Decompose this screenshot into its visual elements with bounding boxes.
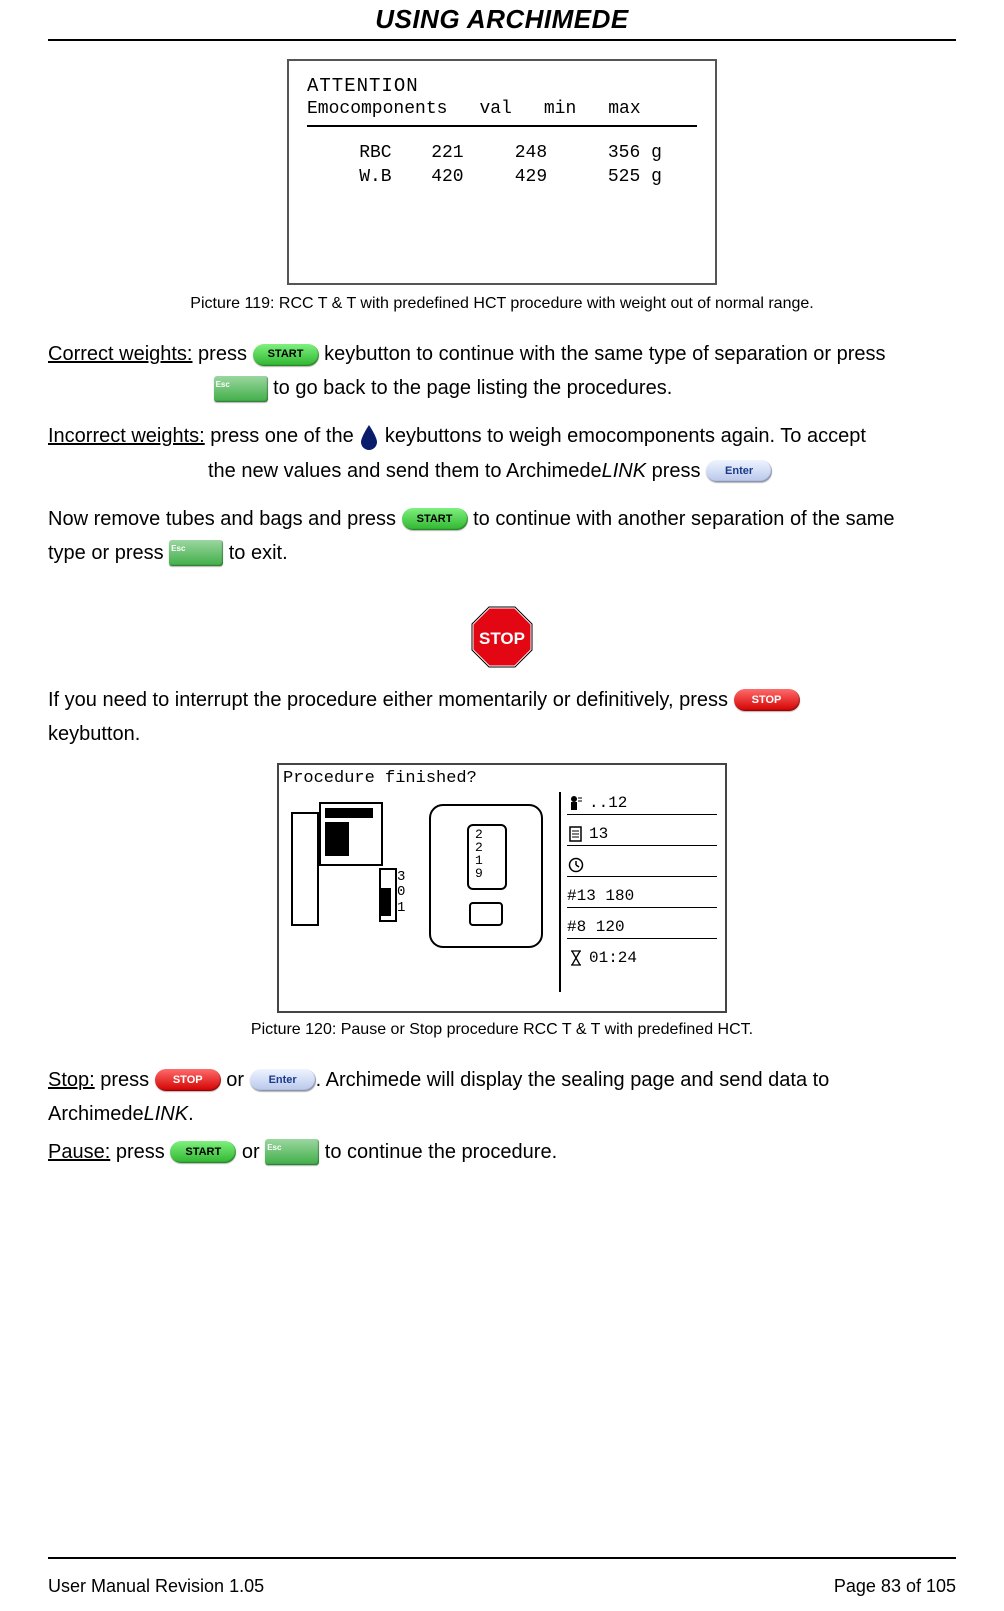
text: to continue with another separation of t… [468,508,895,530]
stop-label: Stop: [48,1069,95,1091]
stop-paragraph: Stop: press STOP or Enter. Archimede wil… [48,1063,956,1131]
rule-top [48,39,956,41]
text: press one of the [205,425,360,447]
row-unit: g [651,143,662,163]
text: press [110,1141,170,1163]
panel-title: Procedure finished? [279,765,725,792]
side-b: 13 [589,825,608,843]
panel-num-c: 1 [397,901,405,916]
hourglass-icon [567,949,585,967]
panel-left-graphic: 2 2 1 9 3 0 1 [279,792,559,992]
incorrect-weights-label: Incorrect weights: [48,425,205,447]
side-f: 01:24 [589,949,637,967]
clock-icon [567,856,585,874]
text: press [193,343,253,365]
panel-box-nums: 2 2 1 9 [475,828,483,880]
pause-label: Pause: [48,1141,110,1163]
side-d: #13 180 [567,887,634,905]
footer-right: Page 83 of 105 [834,1576,956,1597]
figure1-caption: Picture 119: RCC T & T with predefined H… [48,295,956,313]
person-icon [567,794,585,812]
row-name: RBC [307,141,406,165]
row-name: W.B [307,165,406,189]
panel-right-info: ..12 13 #13 180 #8 120 01:24 [559,792,717,992]
start-button-icon: START [402,508,468,530]
row-val: 420 [406,165,490,189]
text: type or press [48,542,169,564]
row-max: 356 [608,143,640,163]
stop-sign-graphic: STOP [48,604,956,675]
procedure-finished-panel: Procedure finished? 2 2 1 9 3 0 1 [277,763,727,1013]
remove-tubes-paragraph: Now remove tubes and bags and press STAR… [48,502,956,570]
enter-button-icon: Enter [250,1069,316,1091]
correct-weights-paragraph: Correct weights: press START keybutton t… [48,337,956,405]
esc-button-icon: Esc [265,1139,319,1165]
interrupt-paragraph: If you need to interrupt the procedure e… [48,683,956,751]
text: to exit. [223,542,287,564]
esc-button-icon: Esc [214,376,268,402]
panel-num-a: 3 [397,870,405,885]
text: press [95,1069,155,1091]
esc-button-icon: Esc [169,540,223,566]
attention-table: RBC 221 248 356 g W.B 420 429 525 g [307,141,697,189]
link-text: LINK [602,460,646,482]
start-button-icon: START [170,1141,236,1163]
text: Now remove tubes and bags and press [48,508,402,530]
text: the new values and send them to Archimed… [208,460,602,482]
svg-text:STOP: STOP [479,629,525,648]
link-text: LINK [144,1103,188,1125]
row-min: 248 [489,141,573,165]
text: press [646,460,706,482]
attention-divider [307,125,697,127]
correct-weights-label: Correct weights: [48,343,193,365]
text: . [188,1103,194,1125]
start-button-icon: START [253,344,319,366]
col-min: min [544,99,576,119]
drop-icon [359,420,379,454]
figure2-caption: Picture 120: Pause or Stop procedure RCC… [48,1021,956,1039]
pause-paragraph: Pause: press START or Esc to continue th… [48,1135,956,1169]
table-row: RBC 221 248 356 g [307,141,697,165]
text: keybuttons to weigh emocomponents again.… [379,425,866,447]
text: If you need to interrupt the procedure e… [48,689,734,711]
incorrect-weights-paragraph: Incorrect weights: press one of the keyb… [48,419,956,488]
text: . Archimede will display the sealing pag… [316,1069,830,1091]
attention-heading: ATTENTION [307,75,697,97]
stop-button-icon: STOP [155,1069,221,1091]
page-icon [567,825,585,843]
text: to go back to the page listing the proce… [268,377,673,399]
row-unit: g [651,167,662,187]
text: to continue the procedure. [319,1141,557,1163]
stop-button-icon: STOP [734,689,800,711]
page-footer: User Manual Revision 1.05 Page 83 of 105 [48,1576,956,1597]
side-e: #8 120 [567,918,625,936]
text: or [221,1069,250,1091]
row-val: 221 [406,141,490,165]
text: keybutton. [48,723,140,745]
emo-label: Emocomponents [307,99,447,119]
row-min: 429 [489,165,573,189]
page-title: USING ARCHIMEDE [48,4,956,35]
enter-button-icon: Enter [706,460,772,482]
text: keybutton to continue with the same type… [319,343,886,365]
row-max: 525 [608,167,640,187]
panel-num-b: 0 [397,885,405,900]
side-a: ..12 [589,794,627,812]
attention-panel: ATTENTION Emocomponents val min max RBC … [287,59,717,285]
rule-bottom [48,1557,956,1559]
text: or [236,1141,265,1163]
table-row: W.B 420 429 525 g [307,165,697,189]
footer-left: User Manual Revision 1.05 [48,1576,264,1597]
text: Archimede [48,1103,144,1125]
col-val: val [479,99,511,119]
col-max: max [608,99,640,119]
